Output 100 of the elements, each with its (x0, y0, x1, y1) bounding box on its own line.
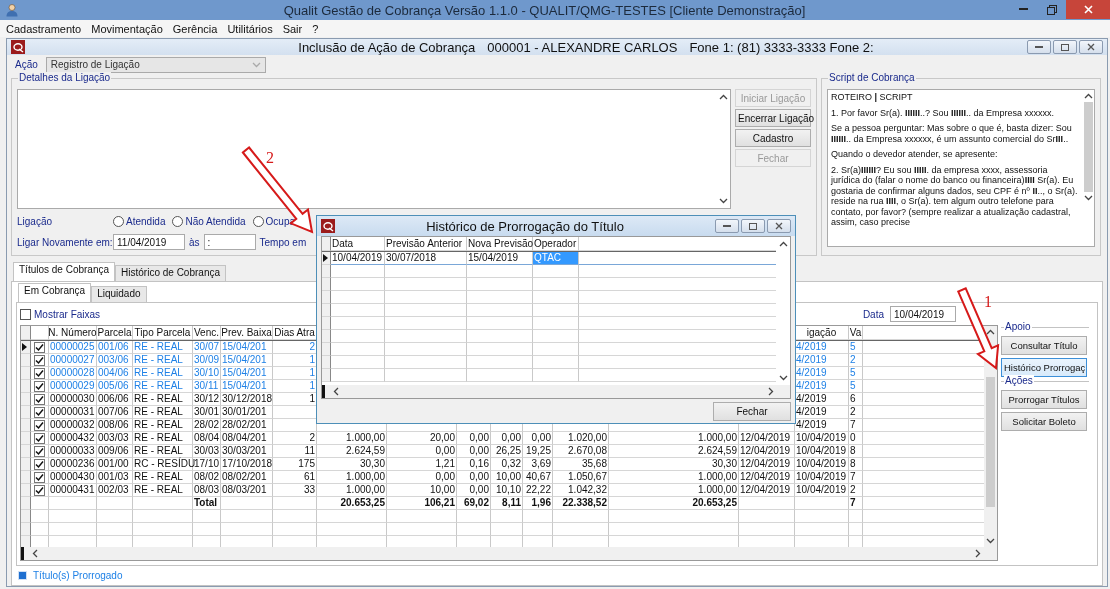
menu-item[interactable]: Gerência (172, 22, 218, 35)
row-header-cell[interactable] (21, 380, 31, 393)
radio-button[interactable] (113, 215, 124, 227)
table-cell: 12/04/2019 (739, 432, 795, 445)
checkbox[interactable] (34, 458, 45, 470)
menu-item[interactable]: Cadastramento (6, 22, 82, 35)
close-button[interactable] (1066, 0, 1110, 19)
row-header-cell (322, 330, 331, 343)
scrollbar-thumb[interactable] (1083, 102, 1093, 192)
table-cell: 22,22 (523, 484, 553, 497)
table-cell (491, 510, 523, 523)
menu-item[interactable]: Sair (282, 22, 303, 35)
chevron-down-icon[interactable] (778, 375, 788, 381)
action-button[interactable]: Prorrogar Títulos (1001, 390, 1087, 409)
checkbox[interactable] (34, 419, 45, 431)
action-button[interactable]: Consultar Título (1001, 336, 1087, 355)
restore-button[interactable] (1053, 40, 1077, 55)
field-label: às (189, 236, 200, 248)
tab[interactable]: Histórico de Cobrança (115, 265, 226, 281)
radio-button[interactable] (172, 215, 184, 227)
column-header[interactable]: igação (795, 326, 849, 340)
checkbox[interactable] (34, 445, 45, 457)
column-header[interactable]: N. Número (49, 326, 97, 340)
menu-item[interactable]: Movimentação (91, 22, 163, 35)
tab[interactable]: Em Cobrança (18, 283, 92, 302)
radio-button[interactable] (252, 215, 264, 227)
row-header-cell[interactable] (21, 445, 31, 458)
horizontal-scrollbar[interactable] (21, 547, 997, 560)
tab[interactable]: Títulos de Cobrança (13, 262, 116, 281)
restore-icon (749, 222, 757, 230)
table-cell: 19,25 (523, 445, 553, 458)
time-field[interactable]: : (203, 234, 256, 250)
checkbox[interactable] (34, 393, 45, 405)
row-header-cell[interactable] (21, 484, 31, 497)
column-header[interactable]: Data (331, 237, 385, 251)
column-header[interactable]: Parcela (97, 326, 133, 340)
chevron-down-icon[interactable] (718, 198, 728, 204)
checkbox[interactable] (34, 432, 45, 444)
chevron-right-icon[interactable] (975, 549, 981, 558)
column-header[interactable]: Nova Previsão (467, 237, 533, 251)
menu-item[interactable]: Utilitários (227, 22, 273, 35)
column-header[interactable]: Tipo Parcela (133, 326, 193, 340)
column-header[interactable]: Operador (533, 237, 579, 251)
checkbox[interactable] (34, 354, 45, 366)
chevron-down-icon[interactable] (1083, 195, 1093, 201)
action-button[interactable]: Histórico Prorrogaç (1001, 358, 1087, 377)
tab[interactable]: Liquidado (91, 286, 147, 302)
chevron-right-icon[interactable] (768, 387, 774, 396)
group-title: Script de Cobrança (828, 72, 916, 83)
column-header[interactable]: Va (849, 326, 863, 340)
row-header-cell[interactable] (21, 367, 31, 380)
table-cell (331, 278, 385, 291)
checkbox[interactable] (34, 380, 45, 392)
close-dialog-button[interactable]: Fechar (713, 401, 791, 421)
date-field[interactable]: 11/04/2019 (113, 234, 185, 250)
close-button[interactable] (1079, 40, 1103, 55)
chevron-up-icon[interactable] (778, 241, 788, 247)
call-details-field[interactable] (17, 89, 731, 209)
horizontal-scrollbar[interactable] (322, 385, 790, 398)
minimize-button[interactable] (1027, 40, 1051, 55)
row-header-cell[interactable] (21, 432, 31, 445)
row-header-cell[interactable] (21, 341, 31, 354)
chevron-down-icon[interactable] (986, 538, 995, 544)
row-header-cell[interactable] (21, 393, 31, 406)
date-field[interactable]: 10/04/2019 (890, 306, 956, 322)
row-header-cell[interactable] (21, 419, 31, 432)
menu-item[interactable]: ? (312, 22, 319, 35)
chevron-up-icon[interactable] (718, 94, 728, 100)
table-cell: 5 (849, 380, 863, 393)
checkbox[interactable] (34, 484, 45, 496)
column-header[interactable]: Previsão Anterior (385, 237, 467, 251)
chevron-left-icon[interactable] (32, 549, 38, 558)
checkbox[interactable] (34, 367, 45, 379)
field-label: Data (862, 308, 884, 320)
table-cell: RE - REAL (133, 393, 193, 406)
app-logo-icon (11, 40, 25, 55)
radio-label: Não Atendida (185, 215, 246, 227)
checkbox[interactable] (34, 471, 45, 483)
action-button[interactable]: Cadastro (735, 129, 811, 147)
action-button[interactable]: Solicitar Boleto (1001, 412, 1087, 431)
minimize-button[interactable] (715, 219, 739, 233)
row-header-cell[interactable] (21, 471, 31, 484)
table-cell (133, 510, 193, 523)
row-header-cell[interactable] (21, 354, 31, 367)
column-header[interactable]: Venc. (193, 326, 221, 340)
column-header[interactable]: Prev. Baixa (221, 326, 273, 340)
checkbox[interactable] (20, 308, 31, 320)
scrollbar-thumb[interactable] (986, 376, 995, 507)
row-header-cell[interactable] (21, 406, 31, 419)
close-button[interactable] (767, 219, 791, 233)
table-cell (795, 510, 849, 523)
row-header-cell[interactable] (322, 252, 331, 265)
checkbox[interactable] (34, 406, 45, 418)
row-header-cell[interactable] (21, 458, 31, 471)
table-cell (849, 510, 863, 523)
checkbox[interactable] (34, 341, 45, 353)
restore-button[interactable] (741, 219, 765, 233)
chevron-left-icon[interactable] (333, 387, 339, 396)
column-header[interactable]: Dias Atra (273, 326, 317, 340)
chevron-up-icon[interactable] (1083, 93, 1093, 99)
